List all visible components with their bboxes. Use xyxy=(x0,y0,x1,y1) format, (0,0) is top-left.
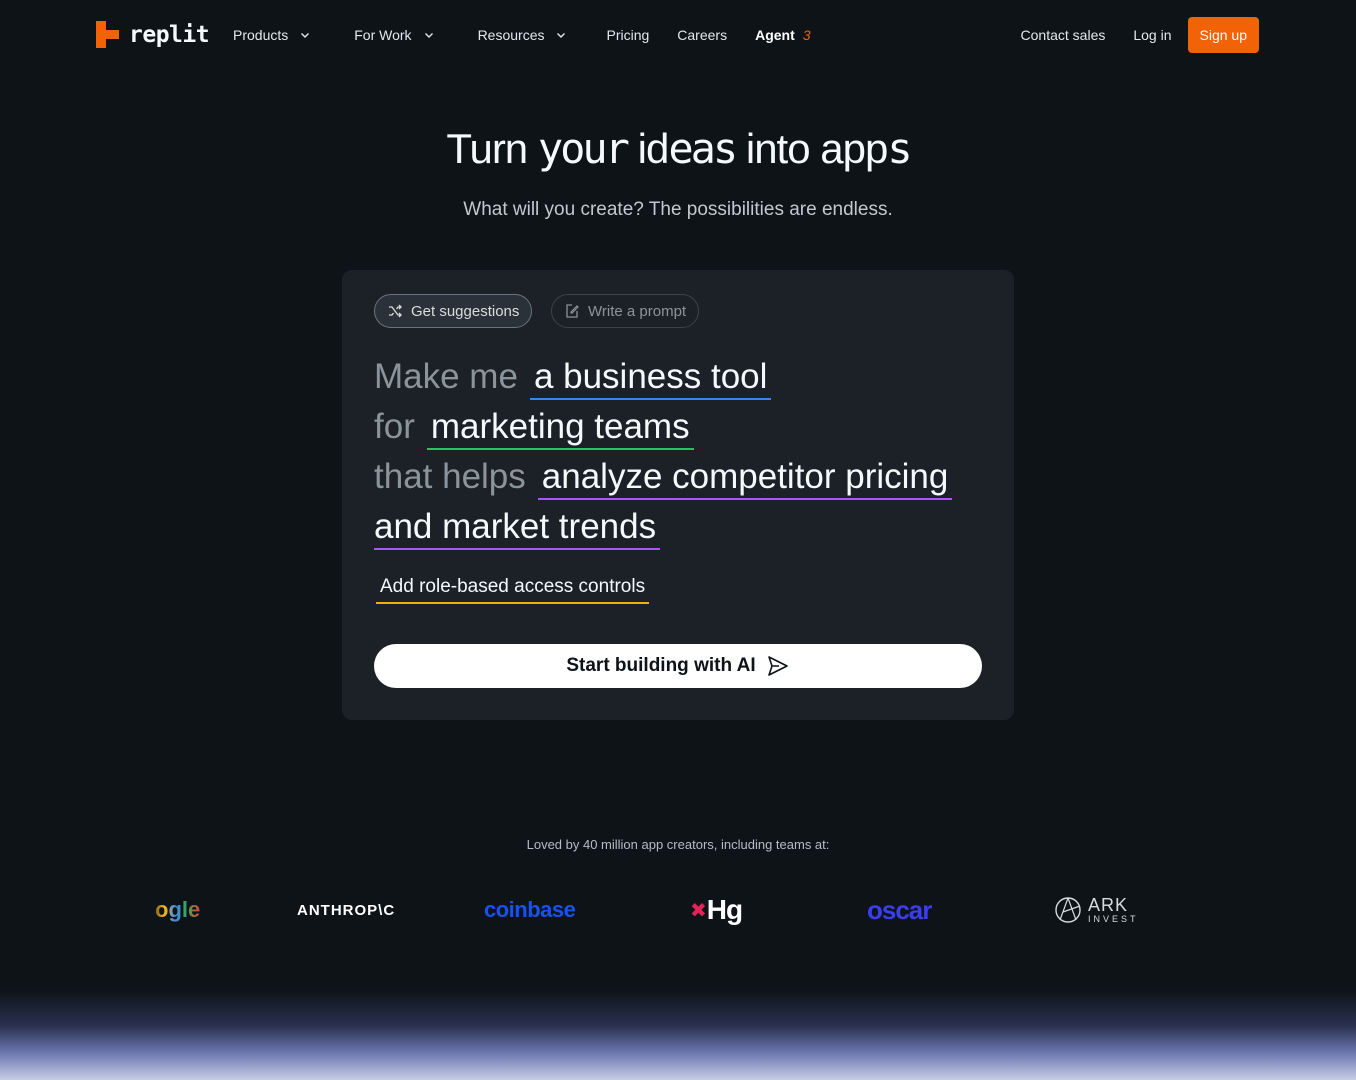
oscar-wordmark: oscar xyxy=(867,894,932,925)
coinbase-wordmark: coinbase xyxy=(484,897,576,922)
prompt-builder: Make me a business tool for marketing te… xyxy=(374,352,953,552)
hero-title-part: id xyxy=(626,125,670,172)
anthropic-wordmark: ANTHROP\C xyxy=(297,901,396,919)
top-navigation: replit Products For Work Resources Prici… xyxy=(0,0,1356,70)
start-building-button[interactable]: Start building with AI xyxy=(374,644,982,688)
hg-x-icon: ✖ xyxy=(690,899,707,922)
agent-label: Agent xyxy=(755,27,795,43)
prompt-prefix: that helps xyxy=(374,457,526,496)
replit-logo[interactable]: replit xyxy=(96,21,210,48)
oscar-logo: oscar xyxy=(867,890,932,930)
prompt-prefix: for xyxy=(374,407,415,446)
app-type-selector[interactable]: a business tool xyxy=(529,352,772,400)
prompt-line: and market trends xyxy=(374,502,952,552)
hero-subtitle: What will you create? The possibilities … xyxy=(463,199,893,220)
nav-item-label: Pricing xyxy=(606,27,650,43)
write-prompt-label: Write a prompt xyxy=(588,302,687,320)
ark-emblem-icon xyxy=(1055,897,1081,923)
nav-item-products[interactable]: Products xyxy=(233,27,310,43)
nav-item-agent[interactable]: Agent 3 xyxy=(755,27,810,43)
replit-logo-icon xyxy=(96,21,119,48)
customer-logos: ogle ANTHROP\C coinbase ✖ Hg oscar ARK I… xyxy=(0,890,1356,930)
hero-title-part: s xyxy=(887,124,912,173)
nav-item-label: For Work xyxy=(354,27,412,43)
nav-item-label: Resources xyxy=(477,27,545,43)
send-icon xyxy=(767,656,788,676)
hero-title-part: Turn xyxy=(446,125,538,172)
edit-icon xyxy=(566,304,579,318)
chevron-down-icon xyxy=(424,33,433,38)
logo-wordmark: replit xyxy=(129,21,210,48)
prompt-line: Make me a business tool xyxy=(374,352,952,402)
nav-item-for-work[interactable]: For Work xyxy=(354,27,433,43)
hero-title-part: your xyxy=(537,124,630,173)
start-building-label: Start building with AI xyxy=(566,655,756,676)
chevron-down-icon xyxy=(301,33,310,38)
purpose-selector-continued[interactable]: and market trends xyxy=(374,502,661,550)
nav-item-label: Products xyxy=(233,27,289,43)
prompt-composer-card: Get suggestions Write a prompt Make me a… xyxy=(342,270,1014,720)
hero-title: Turn your ideas into apps xyxy=(0,124,1356,173)
signup-button[interactable]: Sign up xyxy=(1187,17,1259,53)
google-wordmark: ogle xyxy=(155,897,201,922)
audience-selector[interactable]: marketing teams xyxy=(426,402,694,450)
hero-title-part: into app xyxy=(735,125,888,172)
nav-item-pricing[interactable]: Pricing xyxy=(606,27,649,43)
social-proof-text: Loved by 40 million app creators, includ… xyxy=(526,837,830,852)
ark-subname: INVEST xyxy=(1088,914,1139,924)
write-prompt-tab[interactable]: Write a prompt xyxy=(551,294,700,328)
nav-actions: Contact sales Log in Sign up xyxy=(1021,17,1259,53)
get-suggestions-tab[interactable]: Get suggestions xyxy=(374,294,533,328)
hg-wordmark: Hg xyxy=(706,894,743,925)
coinbase-logo: coinbase xyxy=(484,890,576,930)
purpose-selector[interactable]: analyze competitor pricing xyxy=(537,452,953,500)
agent-version-badge: 3 xyxy=(802,27,811,43)
prompt-line: that helps analyze competitor pricing xyxy=(374,452,953,502)
shuffle-icon xyxy=(389,304,402,318)
nav-item-careers[interactable]: Careers xyxy=(677,27,727,43)
ark-wordmark: ARK INVEST xyxy=(1088,896,1139,924)
nav-item-label: Careers xyxy=(677,27,728,43)
login-link[interactable]: Log in xyxy=(1133,27,1171,43)
prompt-prefix: Make me xyxy=(374,357,518,396)
feature-suggestion[interactable]: Add role-based access controls xyxy=(376,576,650,604)
get-suggestions-label: Get suggestions xyxy=(411,302,520,320)
hero-title-part: eas xyxy=(668,124,738,173)
ark-name: ARK xyxy=(1088,895,1129,915)
bottom-gradient-glow xyxy=(0,990,1356,1080)
nav-menu: Products For Work Resources Pricing Care… xyxy=(233,0,811,70)
contact-sales-link[interactable]: Contact sales xyxy=(1021,27,1106,43)
hg-logo: ✖ Hg xyxy=(690,890,743,930)
google-logo: ogle xyxy=(155,890,200,930)
nav-item-resources[interactable]: Resources xyxy=(478,27,567,43)
chevron-down-icon xyxy=(557,33,566,38)
ark-invest-logo: ARK INVEST xyxy=(1054,890,1139,930)
prompt-line: for marketing teams xyxy=(374,402,952,452)
anthropic-logo: ANTHROP\C xyxy=(297,890,395,930)
